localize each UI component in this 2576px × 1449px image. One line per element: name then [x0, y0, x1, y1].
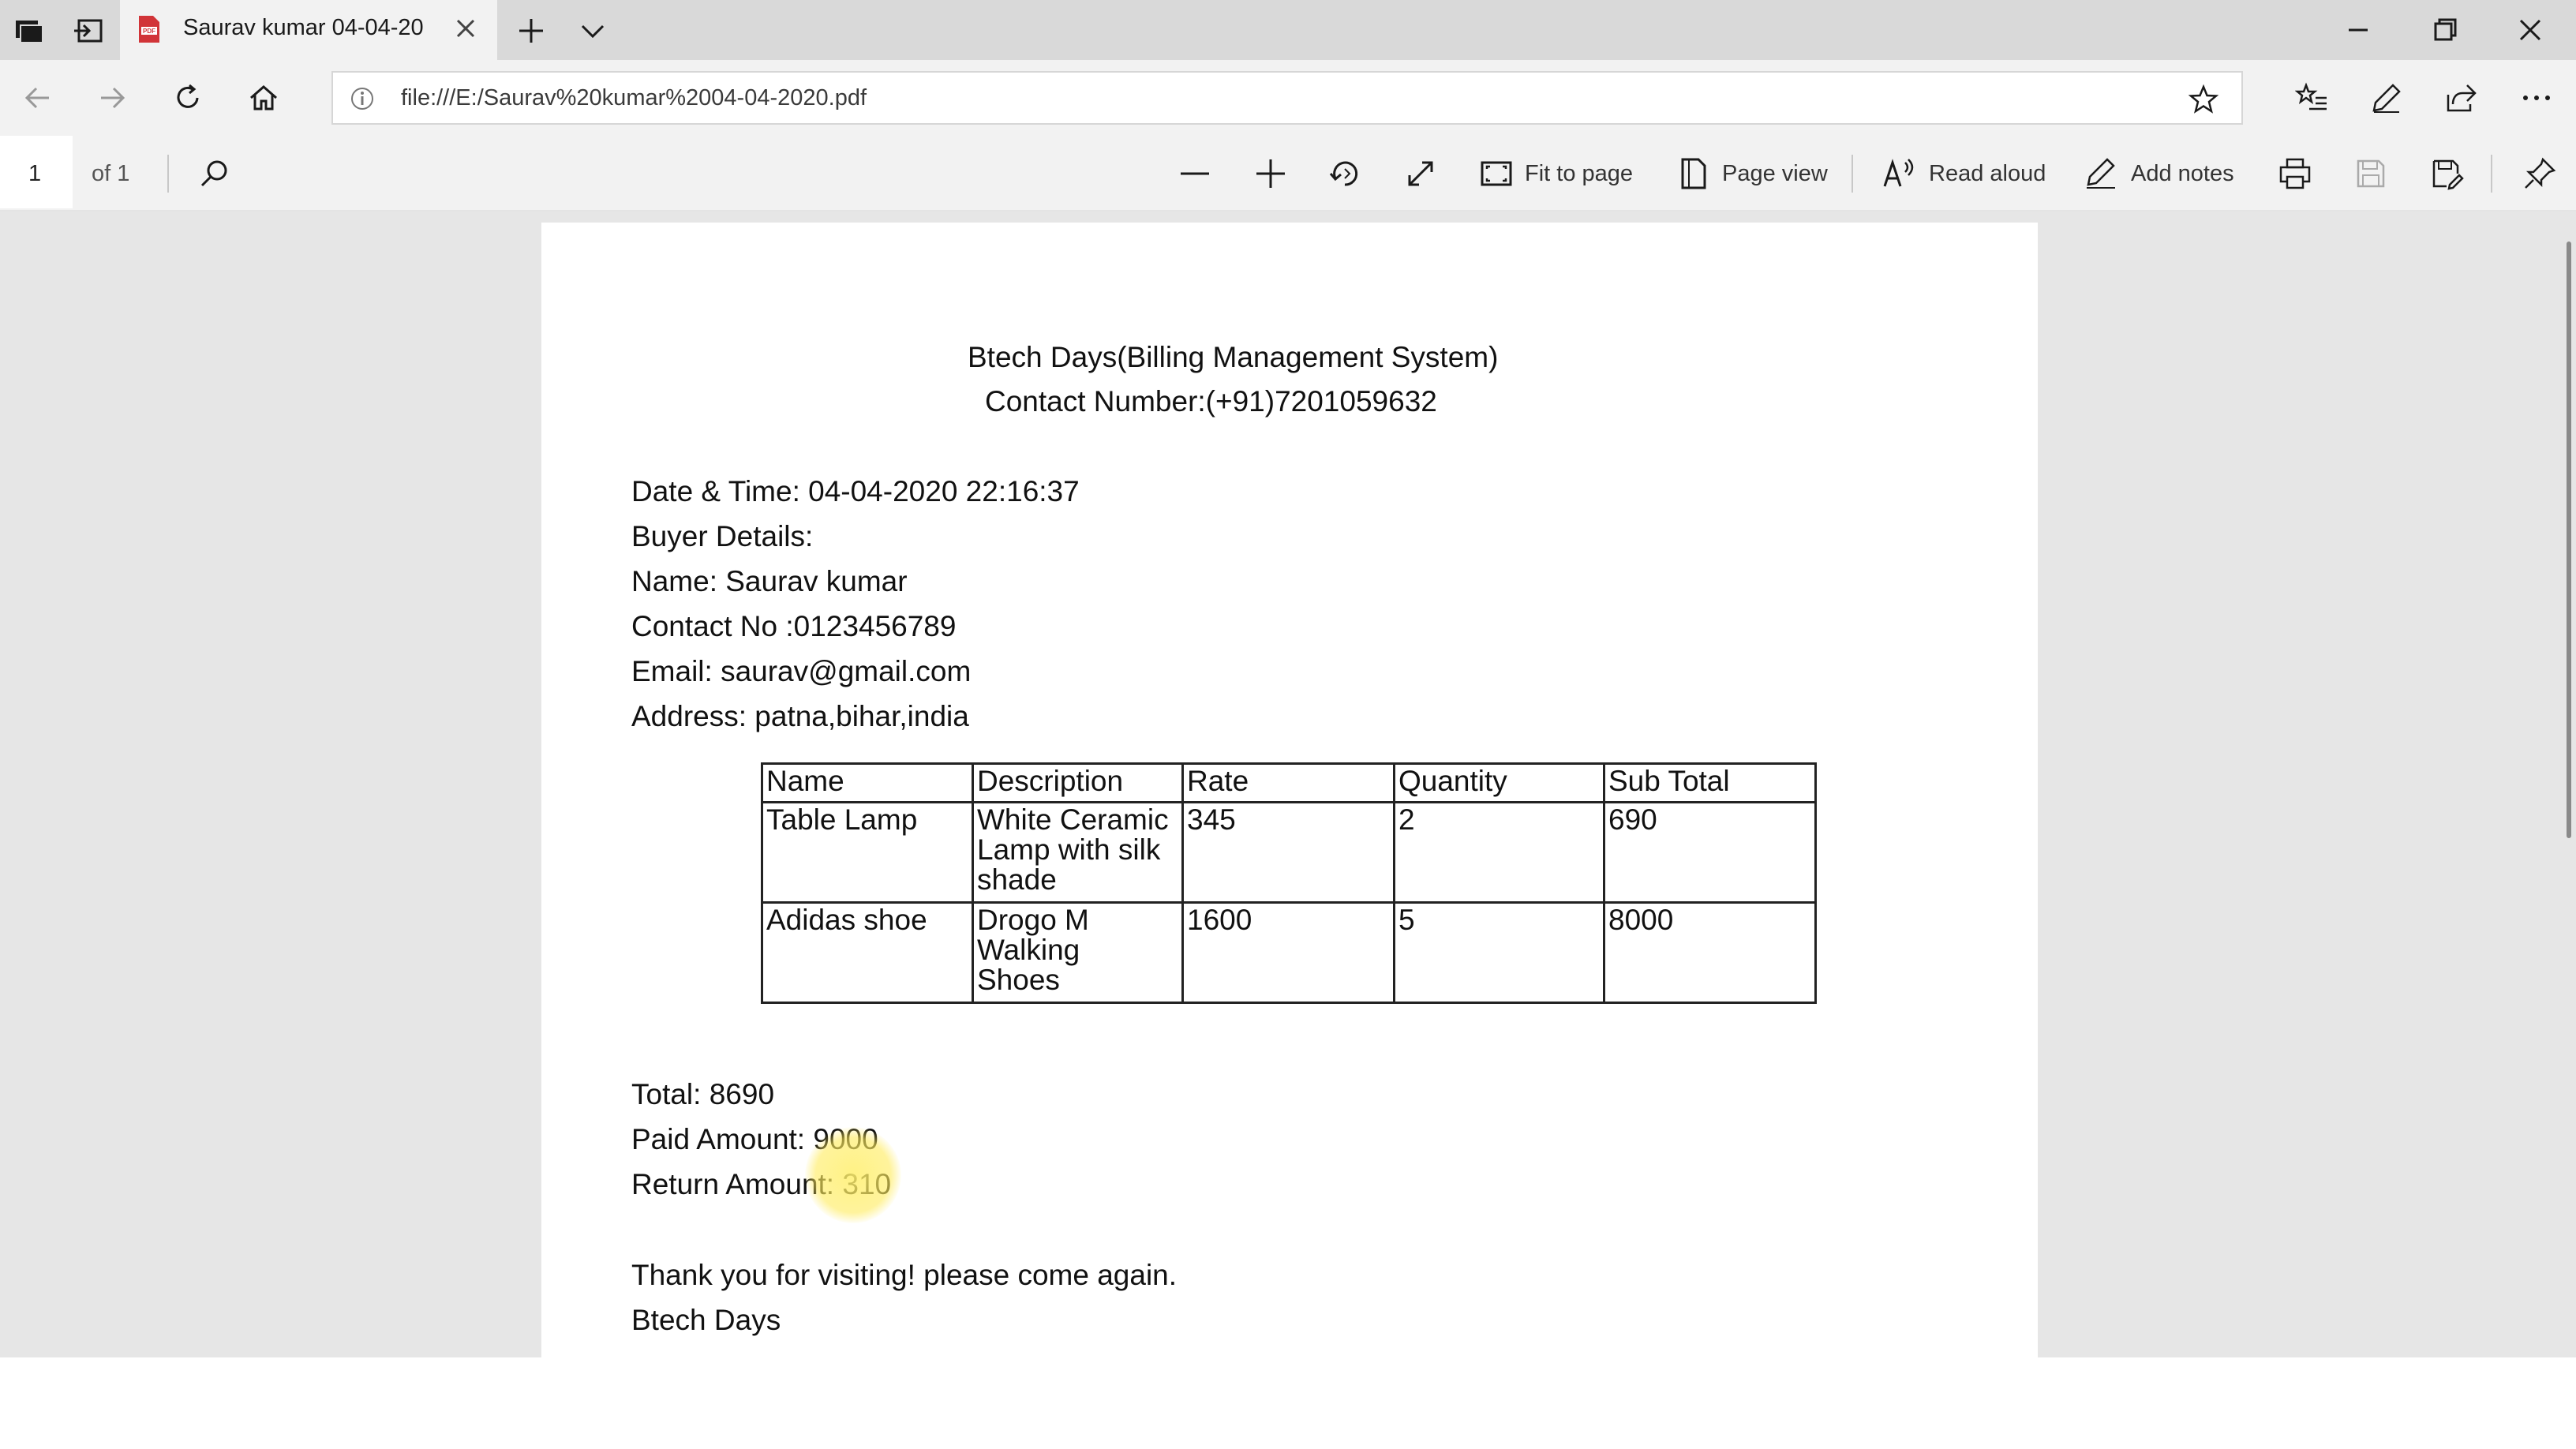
table-row: Table Lamp White Ceramic Lamp with silk … — [761, 801, 1817, 904]
total: Total: 8690 — [631, 1078, 775, 1110]
tab-title: Saurav kumar 04-04-20 — [183, 15, 424, 40]
read-aloud-label[interactable]: Read aloud — [1929, 161, 2046, 187]
zoom-out-icon[interactable] — [1178, 156, 1212, 191]
contact-number: Contact Number:(+91)7201059632 — [985, 385, 1437, 417]
pdf-toolbar: 1 of 1 Fit to page Page view Read aloud — [0, 136, 2576, 212]
toolbar-divider — [167, 155, 169, 193]
restore-icon[interactable] — [2429, 14, 2461, 46]
buyer-contact: Contact No :0123456789 — [631, 610, 957, 642]
description-line: Shoes — [977, 964, 1060, 996]
favorites-list-icon[interactable] — [2294, 80, 2330, 115]
active-tab[interactable]: PDF Saurav kumar 04-04-20 — [120, 0, 497, 60]
buyer-name: Name: Saurav kumar — [631, 565, 908, 597]
table-header-row: Name Description Rate Quantity Sub Total — [761, 762, 1817, 803]
favorite-star-icon[interactable] — [2188, 84, 2219, 115]
header-description: Description — [972, 762, 1184, 803]
save-as-icon[interactable] — [2429, 156, 2464, 191]
item-quantity: 5 — [1393, 901, 1605, 1004]
item-name: Adidas shoe — [761, 901, 974, 1004]
add-notes-icon — [2084, 156, 2118, 195]
navigation-bar: file:///E:/Saurav%20kumar%2004-04-2020.p… — [0, 60, 2576, 136]
page-view-icon — [1676, 156, 1711, 195]
item-quantity: 2 — [1393, 801, 1605, 904]
site-info-icon[interactable] — [349, 85, 376, 112]
cursor-highlight — [805, 1127, 901, 1223]
share-icon[interactable] — [2443, 80, 2478, 115]
url-text[interactable]: file:///E:/Saurav%20kumar%2004-04-2020.p… — [401, 85, 867, 111]
header-name: Name — [761, 762, 974, 803]
pdf-page: Btech Days(Billing Management System) Co… — [541, 223, 2038, 1357]
tab-actions-icon[interactable] — [13, 14, 46, 47]
item-description: White Ceramic Lamp with silk shade — [972, 801, 1184, 904]
buyer-details-label: Buyer Details: — [631, 520, 814, 552]
set-aside-tabs-icon[interactable] — [73, 14, 106, 47]
description-line: shade — [977, 863, 1057, 896]
search-icon[interactable] — [197, 156, 232, 191]
fullscreen-icon[interactable] — [1403, 156, 1438, 191]
item-name: Table Lamp — [761, 801, 974, 904]
current-page[interactable]: 1 — [28, 161, 41, 187]
svg-text:PDF: PDF — [143, 28, 155, 35]
close-tab-icon[interactable] — [451, 14, 480, 43]
minimize-icon[interactable] — [2342, 14, 2374, 46]
toolbar-divider — [1852, 155, 1853, 193]
description-line: White Ceramic — [977, 803, 1169, 836]
header-sub-total: Sub Total — [1603, 762, 1817, 803]
footer-text: Btech Days — [631, 1304, 781, 1336]
buyer-email: Email: saurav@gmail.com — [631, 655, 972, 687]
page-number-input[interactable]: 1 — [0, 136, 73, 208]
bill-table: Name Description Rate Quantity Sub Total… — [761, 762, 1817, 1004]
description-line: Walking — [977, 934, 1080, 966]
save-icon[interactable] — [2353, 156, 2388, 191]
read-aloud-icon — [1881, 156, 1916, 195]
page-view-label[interactable]: Page view — [1722, 161, 1828, 187]
zoom-in-icon[interactable] — [1253, 156, 1288, 191]
print-icon[interactable] — [2278, 156, 2312, 191]
rotate-icon[interactable] — [1327, 156, 1362, 191]
date-time: Date & Time: 04-04-2020 22:16:37 — [631, 475, 1080, 507]
title-bar: PDF Saurav kumar 04-04-20 — [0, 0, 2576, 60]
add-notes-label[interactable]: Add notes — [2131, 161, 2234, 187]
item-rate: 345 — [1181, 801, 1395, 904]
fit-to-page-label[interactable]: Fit to page — [1525, 161, 1633, 187]
tab-list-chevron-icon[interactable] — [576, 14, 609, 47]
thank-you-message: Thank you for visiting! please come agai… — [631, 1259, 1178, 1291]
document-title: Btech Days(Billing Management System) — [968, 341, 1499, 373]
close-window-icon[interactable] — [2514, 14, 2546, 46]
back-icon[interactable] — [21, 80, 55, 115]
web-note-icon[interactable] — [2369, 80, 2404, 115]
refresh-icon[interactable] — [170, 80, 205, 115]
pdf-viewer[interactable]: Btech Days(Billing Management System) Co… — [0, 212, 2576, 1357]
address-bar[interactable]: file:///E:/Saurav%20kumar%2004-04-2020.p… — [331, 71, 2243, 125]
header-quantity: Quantity — [1393, 762, 1605, 803]
toolbar-divider — [2491, 155, 2492, 193]
header-rate: Rate — [1181, 762, 1395, 803]
fit-to-page-icon — [1479, 156, 1514, 195]
new-tab-icon[interactable] — [515, 14, 548, 47]
forward-icon[interactable] — [95, 80, 129, 115]
home-icon[interactable] — [246, 80, 281, 115]
buyer-address: Address: patna,bihar,india — [631, 700, 969, 732]
description-line: Lamp with silk — [977, 833, 1161, 866]
pdf-file-icon: PDF — [137, 14, 161, 44]
more-icon[interactable] — [2519, 80, 2554, 115]
pin-toolbar-icon[interactable] — [2522, 156, 2557, 191]
item-rate: 1600 — [1181, 901, 1395, 1004]
blank-area — [0, 1357, 2576, 1449]
table-row: Adidas shoe Drogo M Walking Shoes 1600 5… — [761, 901, 1817, 1004]
page-count: of 1 — [92, 161, 130, 186]
description-line: Drogo M — [977, 904, 1089, 936]
item-subtotal: 8000 — [1603, 901, 1817, 1004]
item-subtotal: 690 — [1603, 801, 1817, 904]
vertical-scrollbar[interactable] — [2567, 242, 2571, 838]
item-description: Drogo M Walking Shoes — [972, 901, 1184, 1004]
